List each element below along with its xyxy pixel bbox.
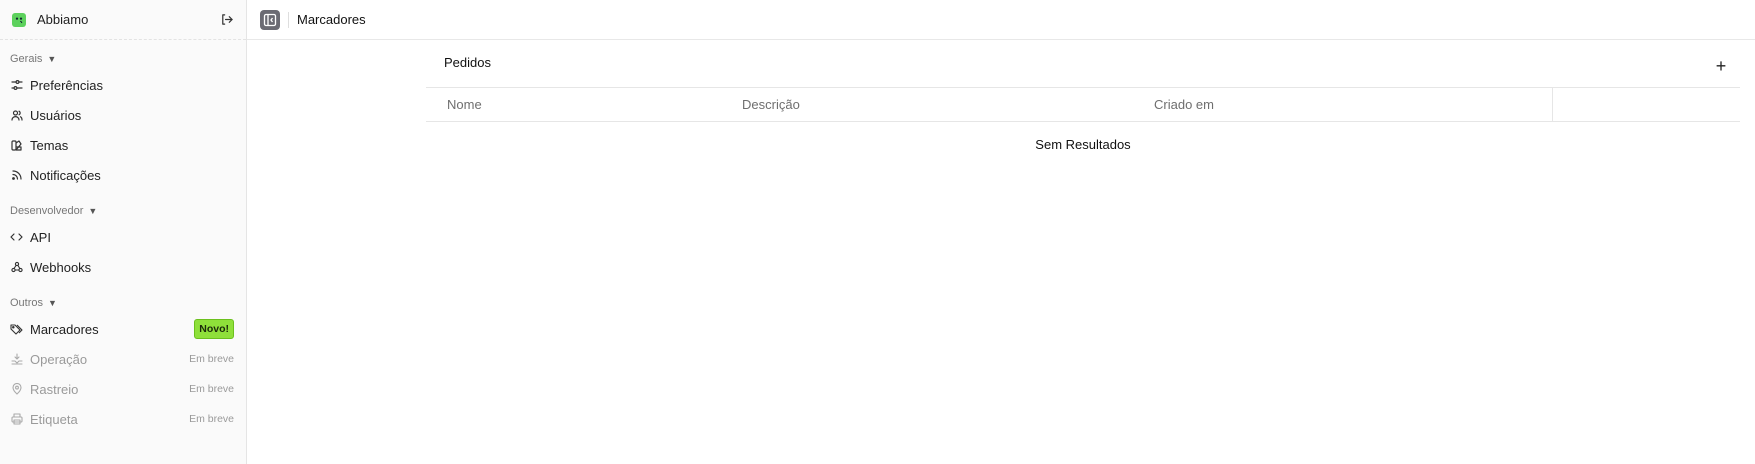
column-header-criado-em[interactable]: Criado em <box>1151 87 1552 122</box>
sidebar-item-rastreio: Rastreio Em breve <box>0 374 246 404</box>
sidebar-item-webhooks[interactable]: Webhooks <box>0 252 246 282</box>
coming-soon-label: Em breve <box>189 383 234 395</box>
topbar: Marcadores <box>247 0 1755 40</box>
table-header-row: Nome Descrição Criado em <box>426 87 1740 122</box>
group-label-text: Gerais <box>10 53 43 65</box>
toggle-sidebar-button[interactable] <box>260 9 280 30</box>
webhook-icon <box>10 261 23 274</box>
sidebar-item-label: API <box>30 229 51 245</box>
logout-icon[interactable] <box>218 12 234 28</box>
sidebar-item-label: Operação <box>30 351 88 367</box>
empty-state-text: Sem Resultados <box>1035 137 1131 153</box>
sidebar-item-label: Webhooks <box>30 259 92 275</box>
section-title: Pedidos <box>444 55 491 70</box>
brand-name: Abbiamo <box>37 12 89 27</box>
sidebar-item-label: Notificações <box>30 167 101 183</box>
page-title: Marcadores <box>297 12 366 27</box>
empty-row: Sem Resultados <box>426 122 1740 162</box>
column-header-actions <box>1551 87 1740 122</box>
sidebar-item-api[interactable]: API <box>0 222 246 252</box>
tags-icon <box>10 323 23 336</box>
topbar-divider <box>288 11 289 28</box>
sidebar-item-label: Marcadores <box>30 321 99 337</box>
app-root: Abbiamo Gerais ▼ Preferências Usuários Te… <box>0 0 1755 464</box>
sidebar-toggle-icon <box>263 13 277 26</box>
coming-soon-label: Em breve <box>189 353 234 365</box>
sidebar-item-label: Rastreio <box>30 381 79 397</box>
operation-icon <box>10 353 23 366</box>
brand-logo-icon <box>12 12 26 27</box>
sidebar-item-notificacoes[interactable]: Notificações <box>0 160 246 190</box>
group-label-text: Outros <box>10 297 44 309</box>
rss-icon <box>10 169 23 182</box>
sidebar-item-label: Temas <box>30 137 69 153</box>
content-area: Pedidos + Nome Descrição Criado em Sem R… <box>426 40 1740 162</box>
sidebar-item-operacao: Operação Em breve <box>0 344 246 374</box>
caret-down-icon: ▼ <box>48 298 57 308</box>
sidebar-item-temas[interactable]: Temas <box>0 130 246 160</box>
group-label-gerais[interactable]: Gerais ▼ <box>0 50 246 68</box>
sidebar-item-label: Etiqueta <box>30 411 78 427</box>
section-header: Pedidos + <box>426 40 1740 87</box>
sidebar-item-label: Preferências <box>30 77 103 93</box>
caret-down-icon: ▼ <box>88 206 98 216</box>
code-icon <box>10 231 23 244</box>
group-label-text: Desenvolvedor <box>10 205 84 217</box>
new-badge: Novo! <box>194 319 234 339</box>
column-header-nome[interactable]: Nome <box>426 87 737 122</box>
main-area: Marcadores Pedidos + Nome Descrição Cria… <box>247 0 1755 464</box>
sidebar-header: Abbiamo <box>0 0 246 40</box>
sidebar-item-usuarios[interactable]: Usuários <box>0 100 246 130</box>
printer-icon <box>10 413 23 426</box>
sidebar-item-marcadores[interactable]: Marcadores Novo! <box>0 314 246 344</box>
group-label-desenvolvedor[interactable]: Desenvolvedor ▼ <box>0 202 246 220</box>
users-icon <box>10 109 23 122</box>
caret-down-icon: ▼ <box>47 54 57 64</box>
palette-icon <box>10 139 23 152</box>
coming-soon-label: Em breve <box>189 413 234 425</box>
sliders-icon <box>10 79 23 92</box>
sidebar-item-preferencias[interactable]: Preferências <box>0 70 246 100</box>
column-header-descricao[interactable]: Descrição <box>737 87 1151 122</box>
add-button[interactable]: + <box>1712 57 1730 75</box>
data-table: Nome Descrição Criado em Sem Resultados <box>426 87 1740 162</box>
sidebar-item-label: Usuários <box>30 107 82 123</box>
group-label-outros[interactable]: Outros ▼ <box>0 294 246 312</box>
sidebar: Abbiamo Gerais ▼ Preferências Usuários Te… <box>0 0 247 464</box>
map-pin-icon <box>10 383 23 396</box>
sidebar-item-etiqueta: Etiqueta Em breve <box>0 404 246 434</box>
